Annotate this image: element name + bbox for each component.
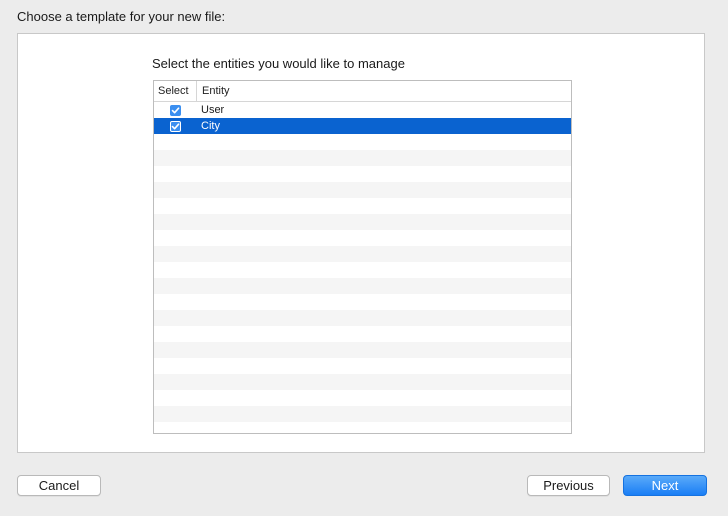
table-header: Select Entity xyxy=(154,81,571,102)
empty-row xyxy=(154,134,571,150)
empty-row xyxy=(154,406,571,422)
entity-name: User xyxy=(201,104,225,116)
cancel-button[interactable]: Cancel xyxy=(17,475,101,496)
column-header-select[interactable]: Select xyxy=(154,81,197,101)
empty-row xyxy=(154,390,571,406)
table-row-city[interactable]: City xyxy=(154,118,571,134)
checkmark-icon xyxy=(171,106,180,113)
empty-row xyxy=(154,214,571,230)
table-row-user[interactable]: User xyxy=(154,102,571,118)
next-button[interactable]: Next xyxy=(623,475,707,496)
empty-row xyxy=(154,230,571,246)
checkmark-icon xyxy=(171,122,180,129)
entities-table: Select Entity User City xyxy=(153,80,572,434)
entities-prompt: Select the entities you would like to ma… xyxy=(152,56,405,71)
empty-row xyxy=(154,150,571,166)
select-checkbox-user[interactable] xyxy=(170,104,181,116)
column-header-entity[interactable]: Entity xyxy=(197,81,571,101)
empty-row xyxy=(154,342,571,358)
empty-row xyxy=(154,374,571,390)
empty-row xyxy=(154,198,571,214)
table-body: User City xyxy=(154,102,571,422)
empty-row xyxy=(154,182,571,198)
content-panel: Select the entities you would like to ma… xyxy=(17,33,705,453)
empty-row xyxy=(154,166,571,182)
empty-row xyxy=(154,246,571,262)
empty-row xyxy=(154,278,571,294)
dialog-title: Choose a template for your new file: xyxy=(17,9,226,24)
empty-row xyxy=(154,326,571,342)
select-checkbox-city[interactable] xyxy=(170,120,181,132)
entity-name: City xyxy=(201,120,220,132)
previous-button[interactable]: Previous xyxy=(527,475,610,496)
empty-row xyxy=(154,294,571,310)
empty-row xyxy=(154,358,571,374)
empty-row xyxy=(154,310,571,326)
empty-row xyxy=(154,262,571,278)
